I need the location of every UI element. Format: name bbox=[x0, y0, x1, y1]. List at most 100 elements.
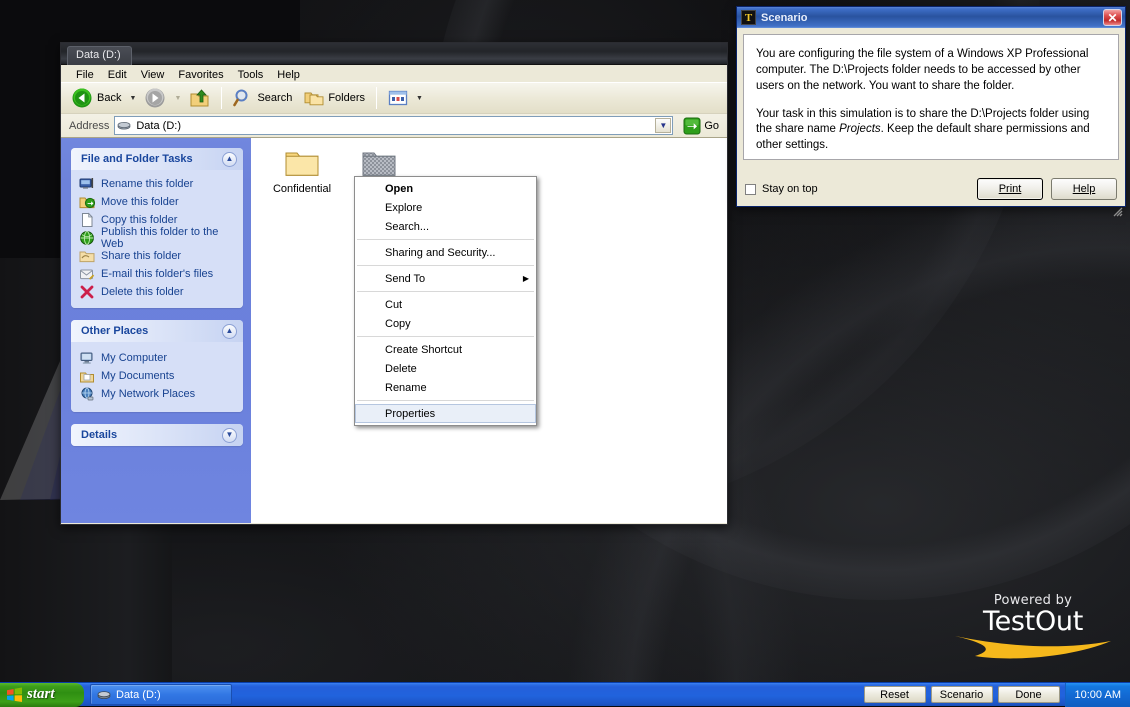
task-label: Publish this folder to the Web bbox=[101, 226, 219, 250]
taskbar-window-label: Data (D:) bbox=[116, 688, 161, 701]
scenario-button[interactable]: Scenario bbox=[930, 686, 993, 703]
close-icon[interactable]: ✕ bbox=[1103, 9, 1122, 26]
menu-help[interactable]: Help bbox=[270, 68, 307, 82]
task-publish-this-folder-to-the-web[interactable]: Publish this folder to the Web bbox=[79, 226, 237, 250]
place-label: My Network Places bbox=[101, 388, 196, 400]
forward-button[interactable] bbox=[138, 85, 172, 111]
back-dropdown-icon[interactable]: ▼ bbox=[127, 95, 138, 102]
taskbar[interactable]: start Data (D:) Reset Scenario Done 10:0… bbox=[0, 682, 1130, 707]
done-button[interactable]: Done bbox=[997, 686, 1060, 703]
details-panel: Details ▼ bbox=[71, 424, 243, 446]
context-menu-item-cut[interactable]: Cut bbox=[355, 295, 536, 314]
up-button[interactable] bbox=[183, 85, 216, 111]
context-menu-separator bbox=[357, 265, 534, 266]
scenario-dialog[interactable]: T Scenario ✕ You are configuring the fil… bbox=[736, 6, 1126, 217]
context-menu-item-sharing-and-security[interactable]: Sharing and Security... bbox=[355, 243, 536, 262]
context-menu-item-explore[interactable]: Explore bbox=[355, 198, 536, 217]
start-button[interactable]: start bbox=[0, 682, 84, 707]
print-button[interactable]: Print bbox=[977, 178, 1043, 200]
email-icon bbox=[80, 269, 95, 280]
scenario-text-area: You are configuring the file system of a… bbox=[743, 34, 1119, 160]
other-places-list: My Computer My Documents My Network Plac… bbox=[71, 342, 243, 412]
scenario-titlebar[interactable]: T Scenario ✕ bbox=[737, 7, 1125, 28]
context-menu-item-send-to[interactable]: Send To ▶ bbox=[355, 269, 536, 288]
file-tasks-header[interactable]: File and Folder Tasks ▲ bbox=[71, 148, 243, 170]
context-menu-item-delete[interactable]: Delete bbox=[355, 359, 536, 378]
task-move-this-folder[interactable]: Move this folder bbox=[79, 193, 237, 211]
explorer-sidebar: File and Folder Tasks ▲ Rename this fold… bbox=[61, 138, 251, 523]
go-button[interactable]: Go bbox=[679, 117, 723, 135]
context-menu-item-create-shortcut[interactable]: Create Shortcut bbox=[355, 340, 536, 359]
my-documents-icon bbox=[80, 372, 94, 383]
back-arrow-icon bbox=[72, 88, 92, 108]
task-email-this-folders-files[interactable]: E-mail this folder's files bbox=[79, 265, 237, 283]
views-dropdown-icon[interactable]: ▼ bbox=[414, 95, 425, 102]
windows-flag-icon bbox=[7, 687, 22, 702]
context-menu-separator bbox=[357, 400, 534, 401]
chevron-up-icon[interactable]: ▲ bbox=[222, 151, 237, 167]
back-button[interactable]: Back bbox=[65, 85, 127, 111]
explorer-titlebar[interactable]: Data (D:) bbox=[61, 43, 727, 65]
scenario-title: Scenario bbox=[761, 11, 808, 24]
task-delete-this-folder[interactable]: Delete this folder bbox=[79, 283, 237, 301]
folder-icon bbox=[285, 152, 319, 176]
start-label: start bbox=[27, 686, 55, 702]
folder-name: Confidential bbox=[272, 183, 332, 195]
folder-item-confidential[interactable]: Confidential bbox=[265, 148, 339, 195]
resize-grip-icon[interactable] bbox=[1111, 205, 1123, 217]
address-value: Data (D:) bbox=[136, 119, 181, 132]
testout-logo: Powered by TestOut bbox=[948, 593, 1118, 661]
help-button[interactable]: Help bbox=[1051, 178, 1117, 200]
views-button[interactable] bbox=[382, 85, 414, 111]
place-my-computer[interactable]: My Computer bbox=[79, 349, 237, 367]
reset-button[interactable]: Reset bbox=[863, 686, 926, 703]
system-tray-clock[interactable]: 10:00 AM bbox=[1064, 682, 1130, 707]
views-icon bbox=[388, 90, 408, 106]
menu-edit[interactable]: Edit bbox=[101, 68, 134, 82]
search-label: Search bbox=[257, 92, 293, 104]
go-arrow-icon bbox=[683, 117, 701, 134]
scenario-paragraph-1: You are configuring the file system of a… bbox=[756, 48, 1089, 92]
menu-file[interactable]: File bbox=[69, 68, 101, 82]
explorer-menubar[interactable]: File Edit View Favorites Tools Help bbox=[61, 65, 727, 82]
context-menu-item-copy[interactable]: Copy bbox=[355, 314, 536, 333]
other-places-title: Other Places bbox=[81, 325, 149, 337]
forward-dropdown-icon: ▼ bbox=[174, 94, 182, 102]
place-my-documents[interactable]: My Documents bbox=[79, 367, 237, 385]
folder-compressed-icon bbox=[362, 152, 396, 176]
address-dropdown-button[interactable]: ▼ bbox=[655, 118, 672, 133]
task-label: Delete this folder bbox=[101, 286, 184, 298]
folders-button[interactable]: Folders bbox=[298, 85, 371, 111]
explorer-toolbar[interactable]: Back ▼ ▼ Search Folders ▼ bbox=[61, 82, 727, 114]
taskbar-window-button-data-d[interactable]: Data (D:) bbox=[90, 684, 232, 705]
place-label: My Computer bbox=[101, 352, 168, 364]
search-button[interactable]: Search bbox=[227, 85, 298, 111]
address-input[interactable]: Data (D:) ▼ bbox=[114, 116, 674, 135]
stay-on-top-checkbox[interactable] bbox=[745, 183, 756, 195]
context-menu-separator bbox=[357, 239, 534, 240]
context-menu-separator bbox=[357, 336, 534, 337]
details-header[interactable]: Details ▼ bbox=[71, 424, 243, 446]
place-my-network-places[interactable]: My Network Places bbox=[79, 385, 237, 403]
context-menu-item-open[interactable]: Open bbox=[355, 179, 536, 198]
context-menu-item-search[interactable]: Search... bbox=[355, 217, 536, 236]
task-label: Share this folder bbox=[101, 250, 182, 262]
file-and-folder-tasks-panel: File and Folder Tasks ▲ Rename this fold… bbox=[71, 148, 243, 308]
other-places-panel: Other Places ▲ My Computer My Documents … bbox=[71, 320, 243, 412]
task-rename-this-folder[interactable]: Rename this folder bbox=[79, 175, 237, 193]
stay-on-top-label: Stay on top bbox=[762, 183, 818, 195]
context-menu-item-rename[interactable]: Rename bbox=[355, 378, 536, 397]
chevron-down-icon[interactable]: ▼ bbox=[222, 427, 237, 443]
context-menu-separator bbox=[357, 291, 534, 292]
toolbar-separator-1 bbox=[221, 87, 223, 109]
menu-view[interactable]: View bbox=[134, 68, 172, 82]
menu-tools[interactable]: Tools bbox=[231, 68, 271, 82]
other-places-header[interactable]: Other Places ▲ bbox=[71, 320, 243, 342]
menu-favorites[interactable]: Favorites bbox=[171, 68, 230, 82]
folder-context-menu[interactable]: Open Explore Search... Sharing and Secur… bbox=[354, 176, 537, 426]
hard-drive-icon bbox=[97, 690, 111, 699]
chevron-up-icon[interactable]: ▲ bbox=[222, 323, 237, 339]
address-bar[interactable]: Address Data (D:) ▼ Go bbox=[61, 114, 727, 138]
context-menu-item-properties[interactable]: Properties bbox=[355, 404, 536, 423]
place-label: My Documents bbox=[101, 370, 175, 382]
